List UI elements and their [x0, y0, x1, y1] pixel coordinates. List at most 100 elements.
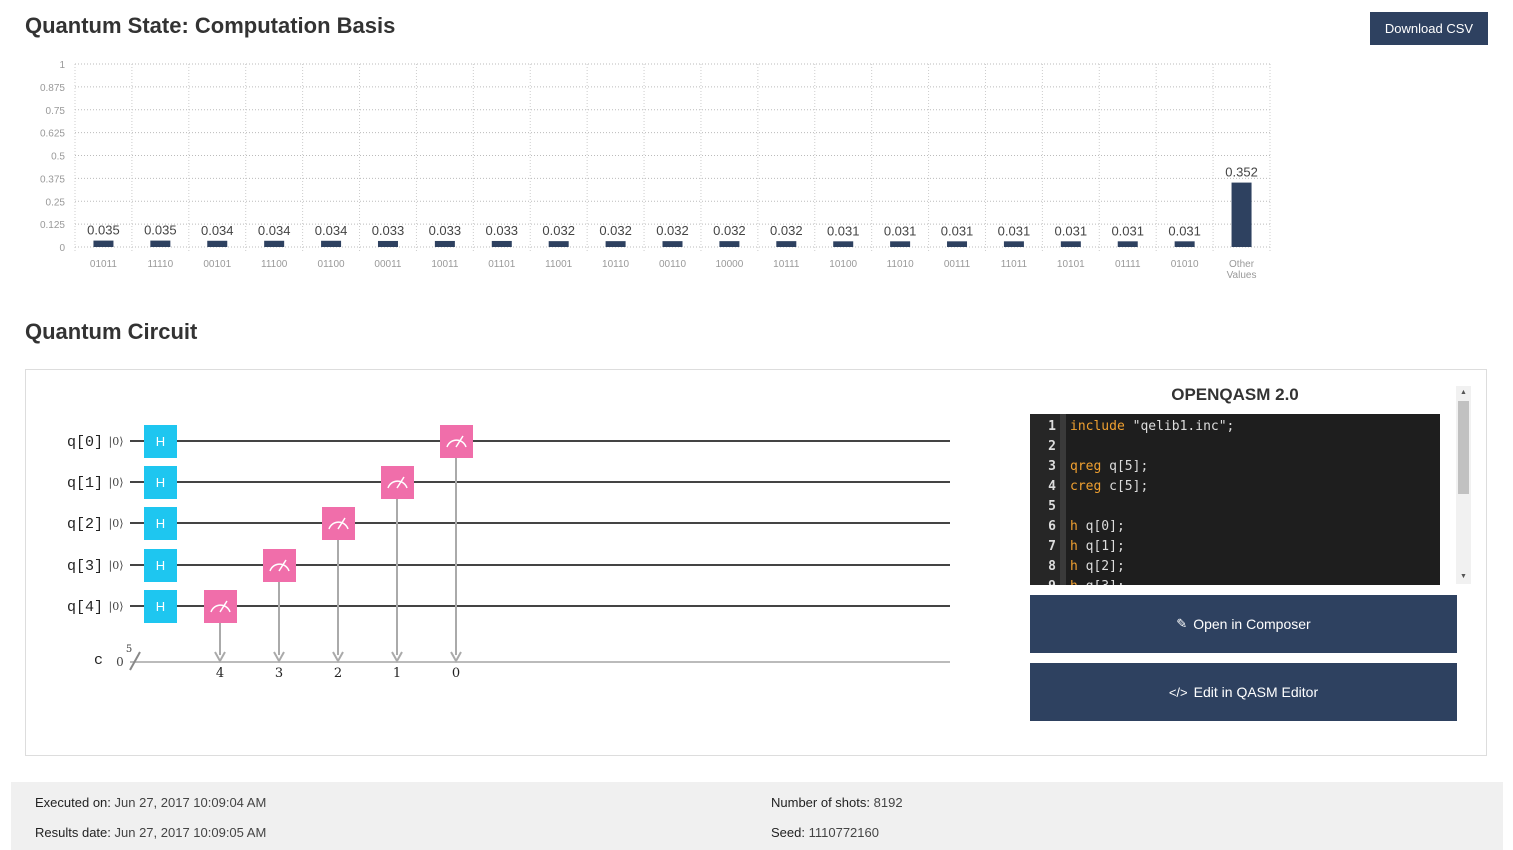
code-keyword: h: [1070, 559, 1078, 574]
code-keyword: h: [1070, 539, 1078, 554]
bar: [150, 240, 171, 247]
bar: [207, 240, 228, 247]
seed-value: 1110772160: [808, 825, 879, 840]
qubit-init-state: |0⟩: [109, 559, 124, 573]
x-tick-label: 00110: [659, 259, 687, 270]
measure-gate: [204, 590, 237, 623]
scroll-up-arrow-icon[interactable]: ▲: [1456, 386, 1471, 400]
code-keyword: h: [1070, 579, 1078, 585]
code-token: q[3];: [1078, 579, 1125, 585]
code-keyword: h: [1070, 519, 1078, 534]
circuit-title: Quantum Circuit: [25, 319, 198, 344]
executed-on-value: Jun 27, 2017 10:09:04 AM: [114, 795, 267, 810]
measure-gate: [381, 466, 414, 499]
code-line: 8h q[2];: [1030, 557, 1440, 577]
x-tick-label: 11100: [261, 259, 288, 270]
bar-value-label: 0.034: [258, 223, 291, 238]
code-token: q[5];: [1101, 459, 1149, 474]
hadamard-gate-label: H: [156, 434, 165, 449]
bar: [93, 240, 114, 247]
bar-value-label: 0.034: [315, 223, 348, 238]
y-tick-label: 0.125: [40, 220, 65, 231]
bar: [321, 240, 342, 247]
y-tick-label: 0.25: [46, 197, 66, 208]
histogram-title: Quantum State: Computation Basis: [25, 13, 396, 38]
code-token: q[0];: [1077, 519, 1125, 534]
bar-value-label: 0.033: [429, 223, 462, 238]
classical-bit-index: 1: [393, 666, 401, 681]
circuit-diagram: q[0] |0⟩q[1] |0⟩q[2] |0⟩q[3] |0⟩q[4] |0⟩c 05HH…: [67, 425, 950, 681]
code-keyword: creg: [1070, 479, 1102, 494]
code-line: 6h q[0];: [1030, 517, 1440, 537]
code-text: h q[1];: [1070, 537, 1125, 557]
code-token: q[1];: [1077, 539, 1125, 554]
x-tick-label: Values: [1227, 270, 1257, 281]
number-of-shots: Number of shots: 8192: [771, 795, 903, 810]
line-number: 2: [1048, 439, 1056, 454]
bar-value-label: 0.032: [599, 223, 632, 238]
code-keyword: qreg: [1070, 459, 1102, 474]
line-number: 6: [1048, 519, 1056, 534]
qubit-label: q[4]: [67, 599, 103, 616]
editor-scrollbar-thumb[interactable]: [1458, 401, 1469, 494]
x-tick-label: 11110: [148, 259, 174, 270]
x-tick-label: 01100: [318, 259, 346, 270]
bar-value-label: 0.035: [144, 223, 177, 238]
code-text: qreg q[5];: [1070, 457, 1148, 477]
code-token: q[2];: [1077, 559, 1125, 574]
x-tick-label: 11010: [887, 259, 915, 270]
bar: [719, 241, 740, 247]
bar: [1060, 241, 1081, 247]
line-number: 1: [1048, 419, 1056, 434]
x-tick-label: 10110: [602, 259, 630, 270]
classical-bit-index: 2: [334, 666, 342, 681]
qubit-label: q[1]: [67, 475, 103, 492]
code-line: 5: [1030, 497, 1440, 517]
y-tick-label: 0.375: [40, 174, 65, 185]
measure-gate: [440, 425, 473, 458]
executed-on: Executed on: Jun 27, 2017 10:09:04 AM: [35, 795, 266, 810]
x-tick-label: 10100: [829, 259, 857, 270]
open-in-composer-button[interactable]: ✎ Open in Composer: [1030, 595, 1457, 653]
x-tick-label: 01011: [90, 259, 118, 270]
edit-in-qasm-editor-button[interactable]: </> Edit in QASM Editor: [1030, 663, 1457, 721]
line-number: 3: [1048, 459, 1056, 474]
x-tick-label: 01111: [1115, 259, 1141, 270]
bar: [264, 240, 285, 247]
measure-gate: [263, 549, 296, 582]
bar-value-label: 0.031: [941, 223, 974, 238]
qasm-code-editor[interactable]: 1 include "qelib1.inc"; 2 3 qreg q[5]; 4 creg …: [1030, 414, 1440, 585]
bar-value-label: 0.032: [542, 223, 575, 238]
line-number: 9: [1030, 577, 1056, 585]
code-text: include "qelib1.inc";: [1070, 417, 1234, 437]
x-tick-label: Other: [1229, 259, 1255, 270]
scroll-down-arrow-icon[interactable]: ▼: [1456, 570, 1471, 584]
bar: [377, 240, 398, 247]
x-tick-label: 11001: [545, 259, 573, 270]
bar-value-label: 0.033: [372, 223, 405, 238]
pencil-icon: ✎: [1176, 616, 1188, 631]
x-tick-label: 11011: [1001, 259, 1028, 270]
bar-value-label: 0.031: [884, 223, 917, 238]
bar: [1117, 241, 1138, 247]
qubit-init-state: |0⟩: [109, 600, 124, 614]
x-tick-label: 10000: [715, 259, 743, 270]
bar: [434, 240, 455, 247]
line-number: 4: [1048, 479, 1056, 494]
qubit-init-state: |0⟩: [109, 517, 124, 531]
bar: [947, 241, 968, 247]
bar: [548, 241, 569, 247]
bar-value-label: 0.031: [1111, 223, 1144, 238]
bar-value-label: 0.352: [1225, 165, 1258, 180]
code-keyword: include: [1070, 419, 1125, 434]
code-text: h q[3];: [1070, 577, 1125, 585]
x-tick-label: 10101: [1057, 259, 1085, 270]
seed-label: Seed:: [771, 825, 805, 840]
number-of-shots-label: Number of shots:: [771, 795, 870, 810]
x-tick-label: 10111: [773, 259, 800, 270]
bar: [890, 241, 911, 247]
line-number: 7: [1048, 539, 1056, 554]
code-text: h q[2];: [1070, 557, 1125, 577]
download-csv-button[interactable]: Download CSV: [1370, 12, 1488, 45]
classical-init-value: 0: [116, 655, 124, 669]
